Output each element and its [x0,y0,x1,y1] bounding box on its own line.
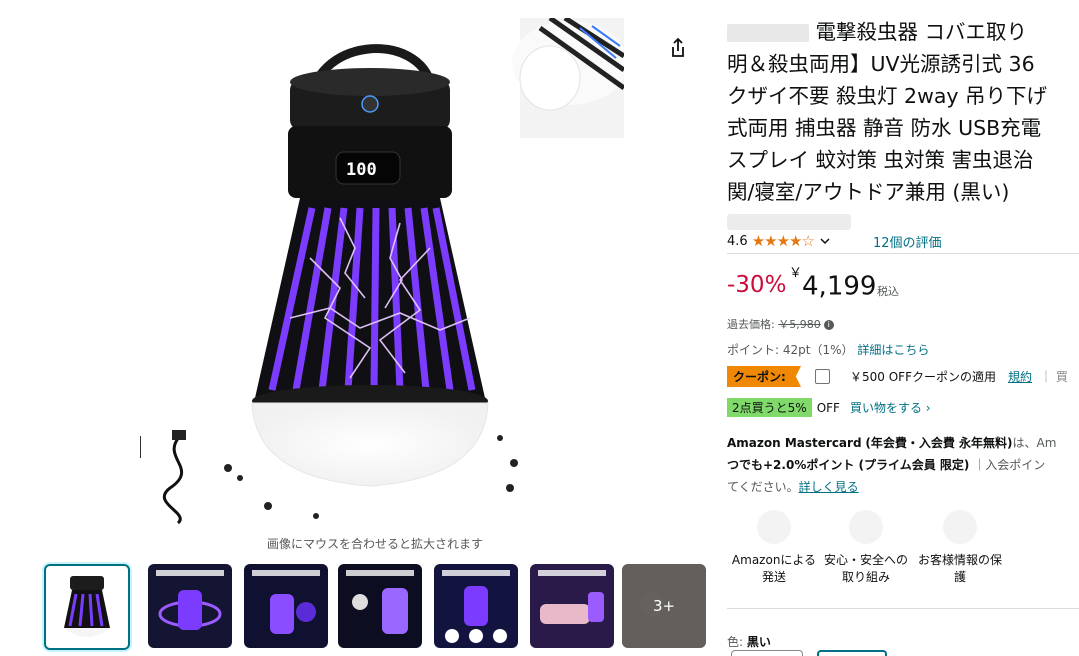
rating-value: 4.6 [727,233,748,249]
coupon-trailing: ｜ 買 [1040,370,1068,384]
bulk-discount-row: 2点買うと5% OFF 買い物をする › [727,398,931,417]
thumbnail-2[interactable] [244,564,328,648]
points-info: ポイント: 42pt（1%） 詳細はこちら [727,343,930,357]
star-rating-icon: ★★★★☆ [751,232,815,250]
list-price: 過去価格: ￥5,980 i [727,316,834,332]
discount-percent: -30% [727,272,787,298]
product-title: 電撃殺虫器 コバエ取り 明＆殺虫両用】UV光源誘引式 36 クザイ不要 殺虫灯 … [727,20,1048,204]
price: ￥4,199 [789,266,877,302]
coupon-text: ￥500 OFFクーポンの適用 [850,370,996,384]
bulk-off-label: OFF [816,400,840,415]
coupon-badge: クーポン: [727,366,801,387]
coupon-terms-link[interactable]: 規約 [1008,368,1032,385]
fulfillment-icon [757,510,791,544]
thumbnail-1[interactable] [148,564,232,648]
trust-item-fulfilled[interactable]: Amazonによる発送 [727,510,821,586]
thumbnail-more[interactable]: 3+ [622,564,706,648]
trust-item-privacy[interactable]: お客様情報の保護 [913,510,1007,586]
color-swatch-2[interactable] [817,650,887,656]
main-product-image[interactable]: 100 [140,18,624,526]
variation-color: 色: 黒い [727,635,771,649]
bulk-shop-link[interactable]: 買い物をする › [850,399,931,416]
thumbnail-main[interactable] [44,564,130,650]
thumbnail-3[interactable] [338,564,422,648]
thumbnail-5[interactable] [530,564,614,648]
trust-item-safety[interactable]: 安心・安全への取り組み [819,510,913,586]
zoom-hint-text: 画像にマウスを合わせると拡大されます [266,537,483,551]
tax-label: 税込 [877,285,899,298]
info-icon[interactable]: i [823,320,834,330]
privacy-icon [943,510,977,544]
rating-summary[interactable]: 4.6 ★★★★☆ [727,232,830,250]
chevron-down-icon[interactable] [820,236,830,246]
coupon-row: クーポン: ￥500 OFFクーポンの適用 規約 ｜ 買 [727,366,1076,387]
divider [727,608,1079,609]
lamp-display-value: 100 [346,160,377,180]
product-info-column: 電撃殺虫器 コバエ取り 明＆殺虫両用】UV光源誘引式 36 クザイ不要 殺虫灯 … [727,0,1079,656]
cleaning-brush-image [140,436,141,458]
safety-icon [849,510,883,544]
usb-cable-image [162,434,184,525]
blurred-brand-name [727,24,809,42]
divider [727,253,1079,254]
card-detail-link[interactable]: 詳しく見る [799,480,859,494]
more-images-count: 3+ [622,564,706,648]
bulk-discount-badge: 2点買うと5% [727,398,812,417]
color-swatch-1[interactable] [731,650,803,656]
coupon-checkbox[interactable] [815,369,830,384]
secondary-lamp-image [512,18,624,138]
blurred-store-link[interactable] [727,214,851,230]
card-promo: Amazon Mastercard (年会費・入会費 永年無料)は、Am つでも… [727,436,1057,494]
share-icon[interactable] [664,34,692,62]
review-count-link[interactable]: 12個の評価 [873,232,942,251]
points-detail-link[interactable]: 詳細はこちら [857,343,929,357]
thumbnail-4[interactable] [434,564,518,648]
